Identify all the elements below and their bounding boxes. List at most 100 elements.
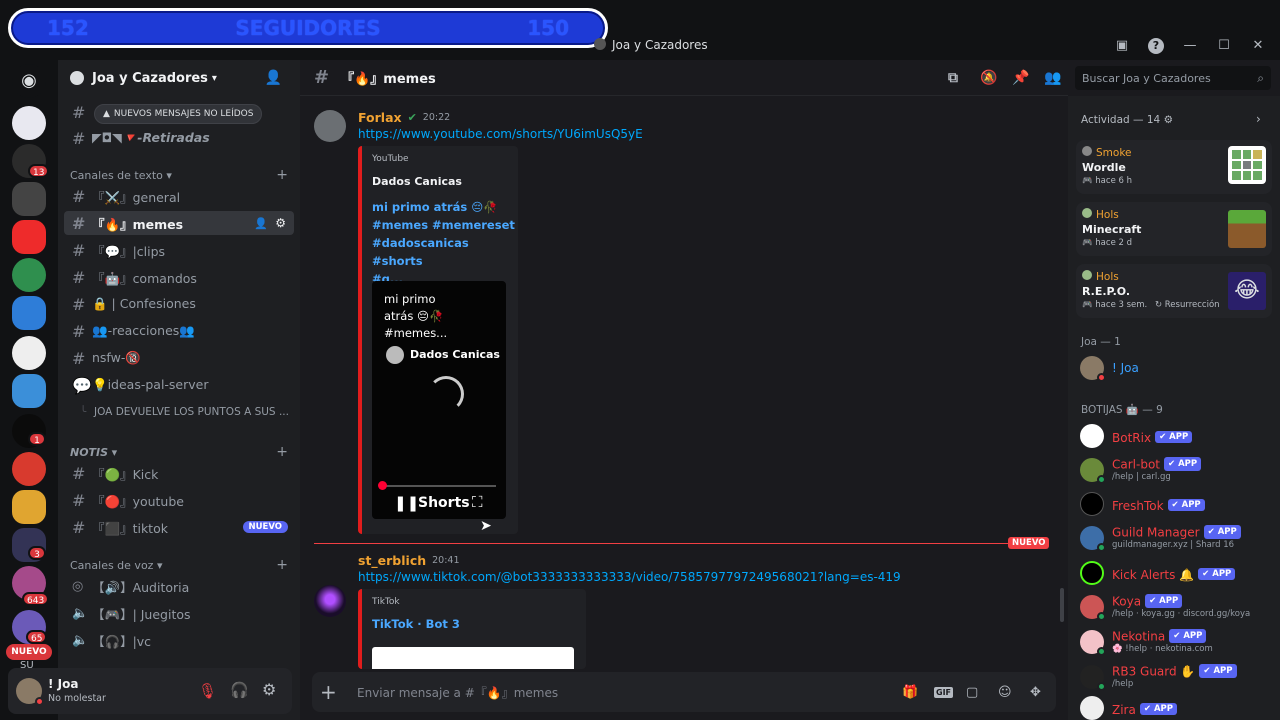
- channel-item[interactable]: # 『💬』|clips: [64, 238, 294, 262]
- add-attachment-icon[interactable]: +: [320, 680, 337, 704]
- gear-icon[interactable]: ⚙: [1164, 114, 1173, 126]
- channel-item[interactable]: # 『🤖』comandos: [64, 265, 294, 289]
- headphones-icon[interactable]: 🎧: [230, 681, 249, 699]
- embed-thumbnail[interactable]: [372, 647, 574, 669]
- avatar[interactable]: [314, 110, 346, 142]
- member-name: BotRix: [1112, 430, 1152, 445]
- server-icon[interactable]: [12, 182, 46, 216]
- message-link[interactable]: https://www.youtube.com/shorts/YU6imUsQ5…: [358, 127, 643, 141]
- guild-header[interactable]: Joa y Cazadores ▾ 👤: [58, 60, 300, 96]
- channel-item[interactable]: # 『🟢』Kick: [64, 461, 294, 485]
- mute-bell-icon[interactable]: 🔕: [980, 70, 997, 86]
- voice-channel-item[interactable]: ◎ 【🔊】Auditoria: [64, 574, 294, 598]
- gear-icon[interactable]: ⚙: [262, 680, 276, 699]
- server-icon[interactable]: [12, 490, 46, 524]
- progress-knob[interactable]: [378, 481, 387, 490]
- maximize-icon[interactable]: ☐: [1216, 38, 1232, 54]
- unread-messages-pill[interactable]: ▲ NUEVOS MENSAJES NO LEÍDOS: [94, 104, 263, 124]
- member-item[interactable]: Nekotina ✔ APP 🌸 !help · nekotina.com: [1080, 627, 1276, 657]
- avatar[interactable]: [16, 678, 44, 706]
- voice-channel-item[interactable]: 🔈 【🎮】| Juegitos: [64, 601, 294, 625]
- add-channel-icon[interactable]: +: [276, 444, 288, 460]
- video-player[interactable]: mi primo atrás 😔🥀 #memes... Dados Canica…: [372, 281, 506, 519]
- forum-channel-item[interactable]: 💬 💡ideas-pal-server: [64, 373, 294, 397]
- member-item[interactable]: Zira ✔ APP: [1080, 696, 1276, 720]
- channel-item[interactable]: # 『⬛』tiktok NUEVO: [64, 515, 294, 539]
- category-notis[interactable]: NOTIS ▾ +: [70, 444, 288, 460]
- voice-channel-item[interactable]: 🔈 【🎧】|vc: [64, 628, 294, 652]
- add-channel-icon[interactable]: +: [276, 557, 288, 573]
- member-item[interactable]: BotRix ✔ APP: [1080, 421, 1276, 451]
- server-icon[interactable]: [12, 296, 46, 330]
- channel-item[interactable]: # nsfw-🔞: [64, 346, 294, 370]
- mic-muted-icon[interactable]: 🎙: [198, 682, 217, 700]
- embed-title[interactable]: Dados Canicas: [372, 175, 462, 188]
- channel-item-active[interactable]: # 『🔥』memes 👤 ⚙: [64, 211, 294, 235]
- member-item[interactable]: Carl-bot ✔ APP/help | carl.gg: [1080, 455, 1276, 485]
- sticker-icon[interactable]: ▢: [966, 685, 978, 700]
- fullscreen-icon[interactable]: ⛶: [472, 493, 483, 511]
- discord-home-icon[interactable]: ◉: [12, 64, 46, 98]
- help-icon[interactable]: ?: [1148, 38, 1164, 54]
- message-composer[interactable]: + Enviar mensaje a #『🔥』memes 🎁 GIF ▢ ☺ ✥: [312, 672, 1056, 712]
- activity-card[interactable]: Hols R.E.P.O. 🎮 hace 3 sem. ↻ Resurrecci…: [1076, 264, 1272, 318]
- activity-header[interactable]: Actividad — 14 ⚙: [1081, 114, 1173, 126]
- member-item[interactable]: Guild Manager ✔ APP guildmanager.xyz | Sha…: [1080, 523, 1276, 553]
- channel-item[interactable]: # 『⚔️』general: [64, 184, 294, 208]
- add-channel-icon[interactable]: +: [276, 167, 288, 183]
- server-icon[interactable]: [12, 452, 46, 486]
- speaker-icon: 🔈: [72, 605, 89, 621]
- embed-title[interactable]: TikTok · Bot 3: [372, 617, 460, 631]
- member-item[interactable]: Koya ✔ APP/help · koya.gg · discord.gg/ko…: [1080, 592, 1276, 622]
- overlay-right-number: 150: [527, 16, 569, 40]
- message-author[interactable]: st_erblich: [358, 553, 426, 568]
- member-item[interactable]: RB3 Guard ✋ ✔ APP/help: [1080, 662, 1276, 692]
- invite-icon[interactable]: 👤: [265, 70, 282, 86]
- new-servers-pill[interactable]: NUEVO: [6, 644, 52, 660]
- chevron-right-icon[interactable]: ›: [1256, 112, 1261, 126]
- close-icon[interactable]: ✕: [1250, 38, 1266, 54]
- apps-icon[interactable]: ✥: [1030, 685, 1041, 700]
- member-item[interactable]: FreshTok ✔ APP: [1080, 489, 1276, 519]
- threads-icon[interactable]: ⧉: [948, 70, 958, 86]
- pause-icon[interactable]: ❚❚: [394, 494, 419, 512]
- server-icon[interactable]: [12, 374, 46, 408]
- message-time: 20:22: [422, 112, 451, 123]
- gear-icon[interactable]: ⚙: [275, 216, 286, 230]
- user-name[interactable]: ! Joa: [48, 677, 78, 691]
- member-item[interactable]: Kick Alerts 🔔 ✔ APP: [1080, 558, 1276, 588]
- channel-name: 💡ideas-pal-server: [92, 377, 209, 392]
- gift-icon[interactable]: 🎁: [902, 685, 918, 700]
- emoji-icon[interactable]: ☺: [998, 685, 1012, 700]
- server-icon[interactable]: [12, 336, 46, 370]
- member-item[interactable]: ! Joa: [1080, 353, 1276, 383]
- activity-card[interactable]: Smoke Wordle 🎮 hace 6 h: [1076, 140, 1272, 194]
- server-icon[interactable]: [12, 220, 46, 254]
- server-icon[interactable]: [12, 106, 46, 140]
- online-status-icon: [1097, 682, 1106, 691]
- embed-description[interactable]: mi primo atrás 😔🥀 #memes #memereset #dad…: [372, 198, 518, 288]
- category-text-channels[interactable]: Canales de texto ▾ +: [70, 167, 288, 183]
- progress-bar[interactable]: [382, 485, 496, 487]
- channel-item[interactable]: # ◤◘◥🔻-Retiradas: [64, 126, 294, 150]
- message-author[interactable]: Forlax: [358, 110, 402, 125]
- minimize-icon[interactable]: —: [1182, 38, 1198, 54]
- channel-item[interactable]: # 👥-reacciones👥: [64, 319, 294, 343]
- server-icon[interactable]: [12, 258, 46, 292]
- activity-card[interactable]: Hols Minecraft 🎮 hace 2 d: [1076, 202, 1272, 256]
- gamepad-icon: 🎮: [1082, 176, 1093, 186]
- channel-item[interactable]: # 🔒 | Confesiones: [64, 292, 294, 316]
- category-voice[interactable]: Canales de voz ▾ +: [70, 557, 288, 573]
- members-icon[interactable]: 👥: [1044, 70, 1061, 86]
- gif-icon[interactable]: GIF: [934, 686, 954, 698]
- message-link[interactable]: https://www.tiktok.com/@bot3333333333333…: [358, 570, 901, 584]
- avatar[interactable]: [314, 585, 346, 617]
- scrollbar[interactable]: [1060, 588, 1064, 622]
- pin-icon[interactable]: 📌: [1012, 70, 1029, 86]
- hash-icon: #: [72, 102, 86, 122]
- thread-item[interactable]: ╰ JOA DEVUELVE LOS PUNTOS A SUS ...: [72, 400, 294, 424]
- search-input[interactable]: Buscar Joa y Cazadores ⌕: [1075, 66, 1271, 90]
- inbox-icon[interactable]: ▣: [1114, 38, 1130, 54]
- channel-item[interactable]: # 『🔴』youtube: [64, 488, 294, 512]
- add-member-icon[interactable]: 👤: [254, 217, 268, 230]
